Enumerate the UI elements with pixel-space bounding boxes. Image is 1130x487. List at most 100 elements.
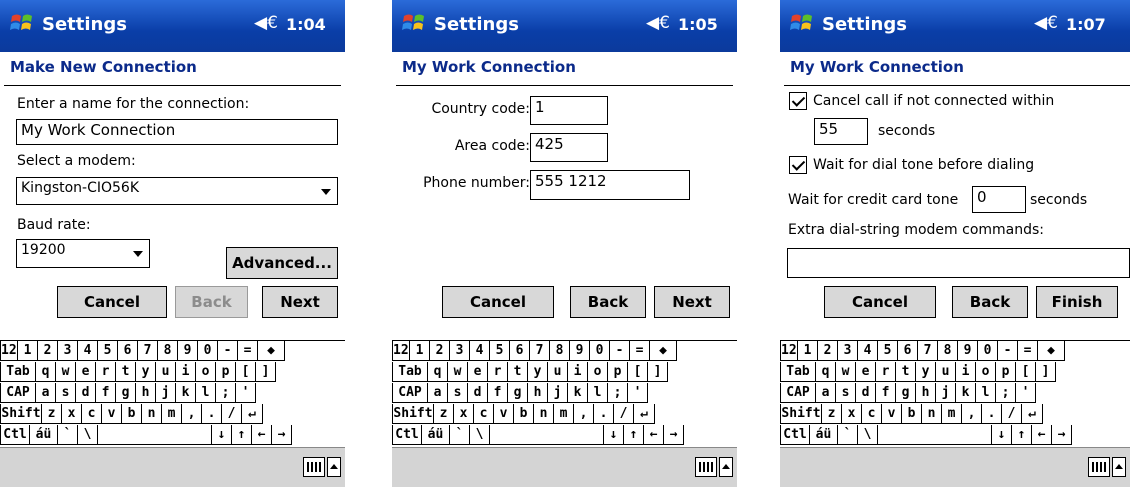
up-arrow-icon[interactable] [1112,457,1126,477]
keyboard-key[interactable]: z [434,404,454,424]
keyboard-key[interactable]: s [836,383,856,403]
keyboard-key[interactable]: x [454,404,474,424]
keyboard-key[interactable]: g [508,383,528,403]
keyboard-key[interactable]: 7 [918,341,938,361]
keyboard-key[interactable]: j [156,383,176,403]
keyboard-key[interactable]: n [922,404,942,424]
keyboard-key[interactable]: b [514,404,534,424]
keyboard-key[interactable]: h [916,383,936,403]
keyboard-key[interactable]: b [902,404,922,424]
keyboard-key[interactable]: a [36,383,56,403]
keyboard-key[interactable]: t [508,362,528,382]
keyboard-key[interactable]: 1 [798,341,818,361]
keyboard-key[interactable]: Shift [392,404,434,424]
keyboard-key[interactable]: 1 [18,341,38,361]
keyboard-key[interactable]: ↓ [604,425,624,445]
keyboard-key[interactable]: y [528,362,548,382]
keyboard-key[interactable]: ' [236,383,256,403]
keyboard-icon[interactable] [695,457,717,477]
keyboard-key[interactable]: ` [838,425,858,445]
keyboard-key[interactable]: ◆ [1038,341,1065,361]
keyboard-key[interactable]: CAP [780,383,816,403]
connection-name-input[interactable]: My Work Connection [16,119,338,145]
keyboard-key[interactable]: a [428,383,448,403]
keyboard-key[interactable]: u [548,362,568,382]
keyboard-key[interactable]: - [998,341,1018,361]
keyboard-key[interactable]: - [218,341,238,361]
next-button[interactable]: Next [654,286,730,318]
keyboard-key[interactable]: w [836,362,856,382]
keyboard-key[interactable]: z [42,404,62,424]
keyboard-key[interactable]: e [468,362,488,382]
keyboard-key[interactable]: 0 [590,341,610,361]
cancel-button[interactable]: Cancel [57,286,167,318]
keyboard-key[interactable]: ← [644,425,664,445]
back-button[interactable]: Back [175,286,248,318]
keyboard-key[interactable]: k [176,383,196,403]
keyboard-icon[interactable] [303,457,325,477]
keyboard-key[interactable]: . [594,404,614,424]
keyboard-key[interactable]: y [916,362,936,382]
keyboard-key[interactable]: Ctl [780,425,810,445]
keyboard-key[interactable]: n [142,404,162,424]
keyboard-key[interactable]: 3 [450,341,470,361]
phone-number-input[interactable]: 555 1212 [530,170,690,200]
keyboard-key[interactable]: áü [30,425,58,445]
keyboard-key[interactable]: 2 [430,341,450,361]
keyboard-key[interactable]: → [1052,425,1072,445]
keyboard-key[interactable]: g [116,383,136,403]
keyboard-key[interactable]: 5 [490,341,510,361]
up-arrow-icon[interactable] [327,457,341,477]
keyboard-key[interactable]: / [222,404,242,424]
keyboard-key[interactable]: ↑ [1012,425,1032,445]
up-arrow-icon[interactable] [719,457,733,477]
keyboard-key[interactable]: 1 [410,341,430,361]
windows-flag-icon[interactable] [9,10,35,36]
cancel-button[interactable]: Cancel [442,286,554,318]
keyboard-key[interactable]: Tab [0,362,36,382]
keyboard-key[interactable]: ↑ [232,425,252,445]
keyboard-key[interactable]: c [474,404,494,424]
clock[interactable]: 1:04 [286,15,326,34]
keyboard-key[interactable]: l [976,383,996,403]
cancel-button[interactable]: Cancel [824,286,936,318]
keyboard-key[interactable]: ] [256,362,276,382]
keyboard-key[interactable]: q [816,362,836,382]
keyboard-key[interactable]: o [588,362,608,382]
keyboard-key[interactable]: , [182,404,202,424]
keyboard-key[interactable]: c [82,404,102,424]
keyboard-key[interactable]: = [238,341,258,361]
next-button[interactable]: Next [262,286,338,318]
keyboard-key[interactable]: v [882,404,902,424]
keyboard-key[interactable]: u [156,362,176,382]
keyboard-key[interactable]: 3 [58,341,78,361]
keyboard-key[interactable]: d [856,383,876,403]
keyboard-key[interactable]: Ctl [392,425,422,445]
keyboard-key[interactable]: i [568,362,588,382]
keyboard-key[interactable]: v [494,404,514,424]
keyboard-key[interactable]: q [36,362,56,382]
keyboard-key[interactable]: ← [1032,425,1052,445]
credit-card-tone-input[interactable]: 0 [972,186,1026,213]
keyboard-key[interactable]: 8 [550,341,570,361]
keyboard-key[interactable]: j [548,383,568,403]
keyboard-key[interactable]: k [956,383,976,403]
keyboard-key[interactable]: 7 [530,341,550,361]
keyboard-key[interactable]: 123 [392,341,410,361]
keyboard-key[interactable]: m [554,404,574,424]
keyboard-key[interactable]: / [1002,404,1022,424]
keyboard-key[interactable]: Shift [0,404,42,424]
keyboard-key[interactable]: ↵ [242,404,263,424]
keyboard-key[interactable]: l [588,383,608,403]
clock[interactable]: 1:07 [1066,15,1106,34]
keyboard-key[interactable]: ↓ [212,425,232,445]
keyboard-key[interactable]: 6 [510,341,530,361]
keyboard-key[interactable]: 4 [78,341,98,361]
cancel-call-checkbox[interactable] [789,92,807,110]
keyboard-key[interactable]: 6 [898,341,918,361]
keyboard-key[interactable]: ; [608,383,628,403]
keyboard-key[interactable]: \ [78,425,98,445]
keyboard-key[interactable]: ; [996,383,1016,403]
keyboard-key[interactable]: y [136,362,156,382]
keyboard-key[interactable]: 123 [0,341,18,361]
